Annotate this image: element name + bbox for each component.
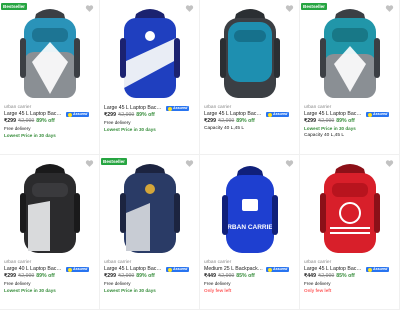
assured-badge: Assured: [66, 267, 90, 272]
product-title[interactable]: Large 45 L Laptop Backpack ...: [204, 111, 264, 118]
mrp: ₹2,999: [17, 273, 35, 279]
assured-badge: Assured: [66, 112, 90, 117]
product-card[interactable]: Bestseller urban carrier Large 45 L Lapt…: [0, 0, 100, 155]
assured-icon: [268, 267, 272, 272]
product-card[interactable]: Large 45 L Laptop Backpack ... Assured ₹…: [100, 0, 200, 155]
bestseller-badge: Bestseller: [301, 3, 327, 10]
bag-print-text: URBAN CARRIER: [223, 224, 278, 231]
discount: 89% off: [36, 273, 55, 279]
assured-badge: Assured: [366, 267, 390, 272]
price: ₹299: [4, 118, 16, 124]
delivery-info: Free delivery: [4, 126, 31, 131]
stock-note: Only few left: [304, 288, 332, 293]
price: ₹449: [204, 273, 216, 279]
stock-note: Only few left: [204, 288, 232, 293]
price-note: Lowest Price in 30 days: [4, 133, 56, 138]
mrp: ₹2,999: [317, 273, 335, 279]
discount: 85% off: [336, 273, 355, 279]
assured-badge: Assured: [266, 112, 290, 117]
mrp: ₹2,999: [17, 118, 35, 124]
bestseller-badge: Bestseller: [101, 158, 127, 165]
price: ₹299: [104, 273, 116, 279]
discount: 85% off: [236, 273, 255, 279]
mrp: ₹2,999: [117, 112, 135, 118]
discount: 89% off: [336, 118, 355, 124]
delivery-info: Free delivery: [304, 281, 331, 286]
price-note: Lowest Price in 30 days: [4, 288, 56, 293]
product-title[interactable]: Medium 25 L Backpack Medi...: [204, 266, 264, 273]
product-title[interactable]: Large 45 L Laptop Backpack ...: [304, 266, 364, 273]
product-image[interactable]: [300, 155, 399, 258]
product-grid: Bestseller urban carrier Large 45 L Lapt…: [0, 0, 400, 310]
capacity-info: Capacity 40 L,45 L: [204, 126, 245, 131]
product-card[interactable]: urban carrier Large 45 L Laptop Backpack…: [300, 155, 400, 310]
mrp: ₹2,999: [117, 273, 135, 279]
discount: 89% off: [136, 112, 155, 118]
price: ₹299: [204, 118, 216, 124]
price: ₹299: [4, 273, 16, 279]
product-title[interactable]: Large 45 L Laptop Backpack ...: [104, 105, 164, 112]
assured-badge: Assured: [266, 267, 290, 272]
price: ₹299: [104, 112, 116, 118]
product-title[interactable]: Large 45 L Laptop Backpack ...: [304, 111, 364, 118]
wishlist-heart-icon[interactable]: [185, 159, 194, 168]
assured-icon: [268, 112, 272, 117]
product-card[interactable]: urban carrier Large 45 L Laptop Backpack…: [200, 0, 300, 155]
price: ₹299: [304, 118, 316, 124]
mrp: ₹2,999: [217, 118, 235, 124]
wishlist-heart-icon[interactable]: [385, 4, 394, 13]
product-image[interactable]: [300, 0, 399, 103]
price-note: Lowest Price in 30 days: [304, 126, 356, 131]
discount: 89% off: [136, 273, 155, 279]
product-title[interactable]: Large 45 L Laptop Backpack ...: [4, 111, 64, 118]
product-card[interactable]: URBAN CARRIER urban carrier Medium 25 L …: [200, 155, 300, 310]
delivery-info: Free delivery: [104, 120, 131, 125]
wishlist-heart-icon[interactable]: [385, 159, 394, 168]
wishlist-heart-icon[interactable]: [85, 159, 94, 168]
product-image[interactable]: [200, 0, 299, 103]
delivery-info: Free delivery: [204, 281, 231, 286]
capacity-info: Capacity 40 L,45 L: [304, 133, 345, 138]
product-card[interactable]: Bestseller urban carrier Large 45 L Lapt…: [300, 0, 400, 155]
mrp: ₹2,999: [217, 273, 235, 279]
assured-icon: [68, 112, 72, 117]
product-image[interactable]: [0, 155, 99, 258]
product-title[interactable]: Large 45 L Laptop Backpack ...: [104, 266, 164, 273]
product-image[interactable]: [100, 0, 199, 103]
wishlist-heart-icon[interactable]: [285, 159, 294, 168]
product-card[interactable]: urban carrier Large 40 L Laptop Backpack…: [0, 155, 100, 310]
assured-icon: [368, 112, 372, 117]
assured-icon: [168, 267, 172, 272]
assured-badge: Assured: [166, 267, 190, 272]
wishlist-heart-icon[interactable]: [85, 4, 94, 13]
bestseller-badge: Bestseller: [1, 3, 27, 10]
wishlist-heart-icon[interactable]: [185, 4, 194, 13]
assured-icon: [368, 267, 372, 272]
product-title[interactable]: Large 40 L Laptop Backpack ...: [4, 266, 64, 273]
discount: 89% off: [236, 118, 255, 124]
assured-badge: Assured: [166, 106, 190, 111]
price-note: Lowest Price in 30 days: [104, 288, 156, 293]
discount: 89% off: [36, 118, 55, 124]
wishlist-heart-icon[interactable]: [285, 4, 294, 13]
delivery-info: Free delivery: [104, 281, 131, 286]
mrp: ₹2,999: [317, 118, 335, 124]
price-note: Lowest Price in 30 days: [104, 127, 156, 132]
product-image[interactable]: [0, 0, 99, 103]
assured-icon: [168, 106, 172, 111]
product-card[interactable]: Bestseller urban carrier Large 45 L Lapt…: [100, 155, 200, 310]
price: ₹449: [304, 273, 316, 279]
product-image[interactable]: URBAN CARRIER: [200, 155, 299, 258]
delivery-info: Free delivery: [4, 281, 31, 286]
assured-badge: Assured: [366, 112, 390, 117]
assured-icon: [68, 267, 72, 272]
product-image[interactable]: [100, 155, 199, 258]
